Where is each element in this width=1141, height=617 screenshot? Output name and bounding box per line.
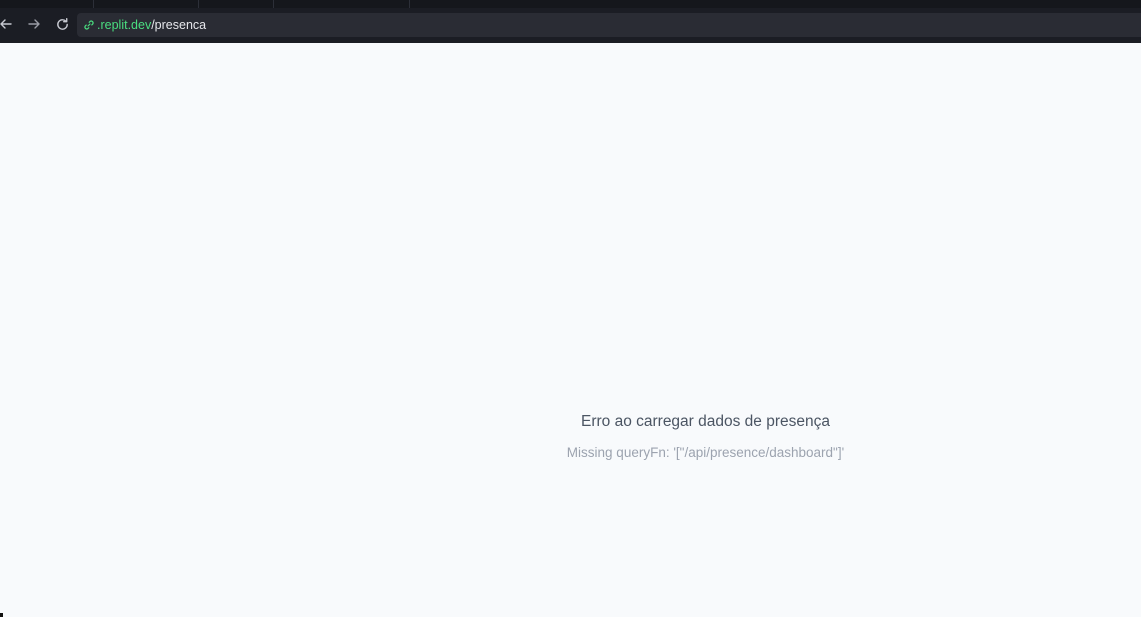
reload-icon (55, 17, 70, 32)
window-corner (0, 613, 3, 617)
page-content: Erro ao carregar dados de presença Missi… (0, 43, 1141, 617)
tab-divider (93, 0, 94, 8)
tab-divider (273, 0, 274, 8)
link-icon[interactable] (82, 18, 96, 32)
address-bar[interactable]: .replit.dev/presenca (77, 13, 1141, 37)
reload-button[interactable] (52, 13, 72, 35)
back-button[interactable] (0, 13, 16, 35)
url-domain: .replit.dev (97, 18, 152, 32)
tab-divider (198, 0, 199, 8)
arrow-left-icon (0, 17, 13, 31)
forward-button[interactable] (24, 13, 44, 35)
error-title: Erro ao carregar dados de presença (580, 413, 830, 430)
tab-strip (0, 0, 1141, 8)
arrow-right-icon (27, 17, 41, 31)
tab-divider (409, 0, 410, 8)
url-path: /presenca (151, 18, 207, 32)
browser-toolbar: .replit.dev/presenca (0, 0, 1141, 43)
error-detail: Missing queryFn: '["/api/presence/dashbo… (566, 445, 845, 460)
url-text[interactable]: .replit.dev/presenca (97, 13, 206, 37)
